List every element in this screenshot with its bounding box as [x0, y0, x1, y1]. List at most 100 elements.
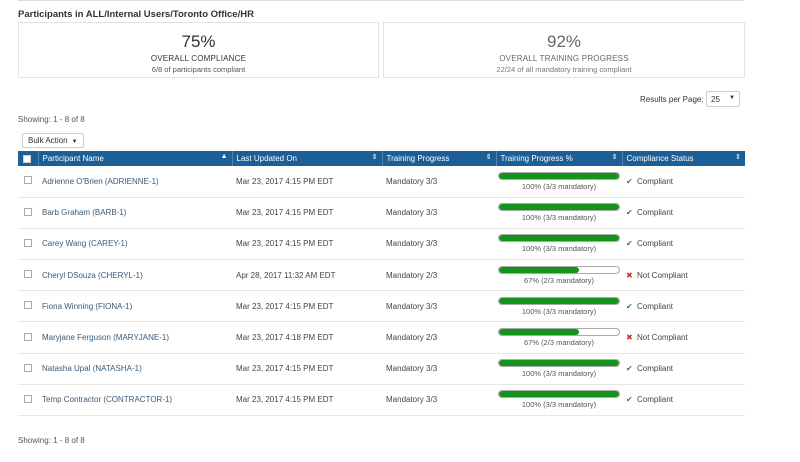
participant-name[interactable]: Barb Graham (BARB-1) — [38, 197, 232, 228]
participants-table: Participant Name ▲ Last Updated On ⇕ Train… — [18, 151, 745, 416]
last-updated: Mar 23, 2017 4:15 PM EDT — [236, 301, 334, 311]
table-row: Fiona Winning (FIONA-1) Mar 23, 2017 4:15… — [18, 291, 745, 322]
row-select-cell — [18, 260, 38, 291]
select-all-checkbox[interactable] — [23, 154, 31, 163]
sort-up-icon: ▲ — [220, 153, 228, 160]
progress-bar — [498, 171, 620, 180]
last-updated: Mar 23, 2017 4:15 PM EDT — [236, 395, 334, 405]
training-progress: Mandatory 3/3 — [386, 239, 438, 249]
sort-icon: ⇕ — [371, 154, 378, 161]
bulk-action-label: Bulk Action — [28, 136, 68, 145]
progress-bar-fill — [499, 391, 619, 398]
row-checkbox[interactable] — [24, 270, 32, 279]
compliance-status-label: Compliant — [637, 364, 674, 374]
participant-name[interactable]: Temp Contractor (CONTRACTOR-1) — [38, 384, 232, 415]
training-percent: 92% — [546, 32, 582, 51]
progress-bar — [498, 296, 620, 305]
results-per-page-value: 25 — [711, 95, 720, 104]
column-header-compliance-status[interactable]: Compliance Status ⇕ — [622, 151, 745, 166]
progress-bar-fill — [499, 329, 580, 336]
row-checkbox[interactable] — [24, 394, 32, 403]
training-progress-pct-cell: 67% (2/3 mandatory) — [496, 322, 622, 353]
compliance-status: ✔ Compliant — [622, 291, 745, 322]
compliance-status: ✔ Compliant — [622, 353, 745, 384]
progress-bar-text: 100% (3/3 mandatory) — [521, 213, 597, 223]
participant-name[interactable]: Carey Wang (CAREY-1) — [38, 228, 232, 259]
training-progress-pct-cell: 100% (3/3 mandatory) — [496, 228, 622, 259]
compliance-subtext: 6/8 of participants compliant — [151, 65, 246, 74]
participant-name[interactable]: Cheryl DSouza (CHERYL-1) — [38, 260, 232, 291]
training-progress: Mandatory 3/3 — [386, 301, 438, 311]
table-row: Adrienne O'Brien (ADRIENNE-1) Mar 23, 201… — [18, 166, 745, 198]
column-header-participant-name[interactable]: Participant Name ▲ — [38, 151, 233, 166]
row-checkbox[interactable] — [24, 332, 32, 341]
training-progress-pct-cell: 67% (2/3 mandatory) — [496, 260, 622, 291]
row-checkbox[interactable] — [24, 176, 32, 185]
column-header-last-updated[interactable]: Last Updated On ⇕ — [232, 151, 383, 166]
participant-name[interactable]: Fiona Winning (FIONA-1) — [38, 291, 232, 322]
row-select-cell — [18, 353, 38, 384]
row-select-cell — [18, 166, 38, 197]
sort-icon: ⇕ — [485, 154, 492, 161]
row-checkbox[interactable] — [24, 363, 32, 372]
check-icon: ✔ — [626, 176, 633, 186]
training-progress: Mandatory 2/3 — [386, 333, 438, 343]
progress-bar-text: 100% (3/3 mandatory) — [521, 244, 597, 254]
progress-bar — [498, 328, 620, 337]
training-progress: Mandatory 3/3 — [386, 395, 438, 405]
progress-bar-text: 100% (3/3 mandatory) — [521, 181, 597, 191]
training-subtext: 22/24 of all mandatory training complian… — [496, 65, 632, 74]
compliance-status-label: Not Compliant — [637, 270, 688, 280]
results-per-page-label: Results per Page: — [640, 95, 704, 104]
row-checkbox[interactable] — [24, 207, 32, 216]
top-divider — [18, 0, 744, 1]
sort-icon: ⇕ — [611, 154, 618, 161]
compliance-status-label: Compliant — [637, 301, 674, 311]
compliance-status: ✔ Compliant — [622, 384, 745, 415]
compliance-status: ✔ Compliant — [622, 166, 745, 197]
last-updated: Mar 23, 2017 4:15 PM EDT — [236, 364, 334, 374]
overall-compliance-card: 75% OVERALL COMPLIANCE 6/8 of participan… — [18, 22, 379, 78]
training-progress: Mandatory 3/3 — [386, 364, 438, 374]
compliance-status-label: Compliant — [637, 176, 674, 186]
last-updated: Apr 28, 2017 11:32 AM EDT — [236, 270, 336, 280]
check-icon: ✔ — [626, 239, 633, 249]
column-header-training-progress[interactable]: Training Progress ⇕ — [382, 151, 497, 166]
x-icon: ✖ — [626, 333, 633, 343]
training-progress-pct-cell: 100% (3/3 mandatory) — [496, 197, 622, 228]
row-checkbox[interactable] — [24, 301, 32, 310]
compliance-status-label: Compliant — [637, 208, 674, 218]
row-checkbox[interactable] — [24, 238, 32, 247]
participant-name[interactable]: Adrienne O'Brien (ADRIENNE-1) — [38, 166, 232, 197]
compliance-status-label: Not Compliant — [637, 333, 688, 343]
row-select-cell — [18, 197, 38, 228]
showing-count: Showing: 1 - 8 of 8 — [18, 115, 85, 124]
compliance-status: ✔ Compliant — [622, 228, 745, 259]
progress-bar — [498, 234, 620, 243]
compliance-status: ✖ Not Compliant — [622, 322, 745, 353]
participant-name[interactable]: Natasha Upal (NATASHA-1) — [38, 353, 232, 384]
last-updated: Mar 23, 2017 4:15 PM EDT — [236, 176, 334, 186]
training-progress: Mandatory 3/3 — [386, 176, 438, 186]
compliance-status-label: Compliant — [637, 239, 674, 249]
table-row: Temp Contractor (CONTRACTOR-1) Mar 23, 20… — [18, 384, 745, 416]
compliance-status: ✔ Compliant — [622, 197, 745, 228]
bulk-action-button[interactable]: Bulk Action ▼ — [22, 133, 84, 148]
table-row: Carey Wang (CAREY-1) Mar 23, 2017 4:15 PM… — [18, 228, 745, 260]
progress-bar — [498, 265, 620, 274]
compliance-percent: 75% — [181, 32, 216, 51]
overall-training-card: 92% OVERALL TRAINING PROGRESS 22/24 of a… — [383, 22, 745, 78]
column-header-training-progress-pct[interactable]: Training Progress % ⇕ — [496, 151, 623, 166]
progress-bar-text: 100% (3/3 mandatory) — [521, 400, 597, 410]
check-icon: ✔ — [626, 301, 633, 311]
table-header-row: Participant Name ▲ Last Updated On ⇕ Train… — [18, 151, 745, 166]
participant-name[interactable]: Maryjane Ferguson (MARYJANE-1) — [38, 322, 232, 353]
progress-bar-text: 67% (2/3 mandatory) — [523, 275, 595, 285]
showing-count-bottom: Showing: 1 - 8 of 8 — [18, 436, 85, 445]
caret-down-icon: ▼ — [71, 139, 78, 145]
results-per-page-select[interactable]: 25 ▼ — [706, 91, 740, 107]
check-icon: ✔ — [626, 395, 633, 405]
table-row: Barb Graham (BARB-1) Mar 23, 2017 4:15 PM… — [18, 197, 745, 229]
last-updated: Mar 23, 2017 4:15 PM EDT — [236, 208, 334, 218]
progress-bar-text: 100% (3/3 mandatory) — [521, 306, 597, 316]
